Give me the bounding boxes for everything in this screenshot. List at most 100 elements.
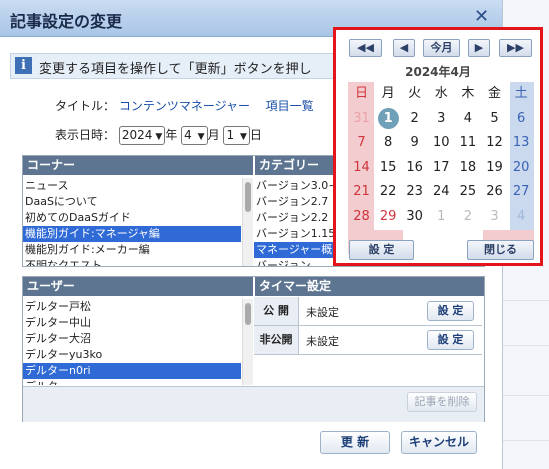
calendar-day[interactable]: 19 (481, 156, 508, 180)
weekday-header: 水 (434, 86, 448, 101)
corner-list-item[interactable]: 不明なクエスト (23, 258, 241, 266)
corner-list-item[interactable]: 機能別ガイド:メーカー編 (23, 242, 241, 258)
user-list-item[interactable]: デルター... (23, 379, 241, 385)
scroll-thumb[interactable] (245, 182, 251, 212)
calendar-day[interactable]: 13 (508, 131, 535, 155)
calendar-day[interactable]: 9 (401, 131, 428, 155)
user-list-item[interactable]: デルター中山 (23, 315, 241, 331)
calendar-day[interactable]: 1 (428, 205, 455, 229)
this-month-button[interactable]: 今月 (423, 39, 460, 57)
title-row: タイトル： コンテンツマネージャー 項目一覧 (55, 97, 314, 114)
timer-header: タイマー設定 (254, 277, 484, 296)
weekday-header: 木 (461, 86, 475, 101)
calendar-close-button[interactable]: 閉じる (467, 240, 534, 260)
day-select[interactable]: 1 ▼ (223, 126, 250, 145)
calendar-day[interactable]: 3 (481, 205, 508, 229)
calendar-day[interactable]: 12 (481, 131, 508, 155)
day-value: 1 (226, 128, 235, 142)
user-header: ユーザー (23, 277, 253, 296)
weekday-header: 土 (514, 86, 528, 101)
cancel-button[interactable]: キャンセル (401, 431, 477, 454)
prev-year-button[interactable]: ◀◀ (349, 39, 382, 57)
calendar-day[interactable]: 28 (348, 205, 375, 229)
publish-label: 公 開 (254, 297, 299, 325)
unpublish-value: 未設定 (306, 335, 339, 348)
chevron-down-icon: ▼ (194, 132, 205, 142)
next-month-button[interactable]: ▶ (468, 39, 490, 57)
calendar-day[interactable]: 30 (401, 205, 428, 229)
date-row: 表示日時： 2024 ▼ 年 4 ▼ 月 1 ▼ 日 (55, 126, 262, 145)
calendar-day[interactable]: 23 (401, 180, 428, 204)
calendar-day[interactable]: 25 (454, 180, 481, 204)
year-select[interactable]: 2024 ▼ (118, 126, 166, 145)
calendar-day[interactable]: 27 (508, 180, 535, 204)
user-list-item[interactable]: デルターn0ri (23, 363, 241, 379)
calendar-day[interactable]: 6 (508, 107, 535, 131)
calendar-day[interactable]: 22 (375, 180, 402, 204)
corner-list-item[interactable]: DaaSについて (23, 194, 241, 210)
calendar-set-button[interactable]: 設 定 (349, 240, 414, 260)
calendar-day[interactable]: 17 (428, 156, 455, 180)
calendar-day[interactable]: 11 (454, 131, 481, 155)
background-divider (500, 395, 549, 396)
calendar-day[interactable]: 20 (508, 156, 535, 180)
background-divider (500, 300, 549, 301)
corner-list[interactable]: ニュース DaaSについて 初めてのDaaSガイド 機能別ガイド:マネージャ編 機能別ガ… (23, 178, 241, 266)
day-unit: 日 (249, 128, 262, 142)
publish-value: 未設定 (306, 306, 339, 319)
calendar-day[interactable]: 21 (348, 180, 375, 204)
info-icon: i (15, 57, 32, 74)
calendar-day[interactable]: 7 (348, 131, 375, 155)
chevron-down-icon: ▼ (237, 132, 247, 142)
calendar-day[interactable]: 2 (454, 205, 481, 229)
calendar-day[interactable]: 31 (348, 107, 375, 131)
dialog-title: 記事設定の変更 (10, 12, 123, 31)
calendar-day[interactable]: 24 (428, 180, 455, 204)
user-list[interactable]: デルター戸松デルター中山デルター大沼デルターyu3koデルターn0riデルター.… (23, 299, 241, 385)
calendar-day[interactable]: 26 (481, 180, 508, 204)
corner-list-item[interactable]: ニュース (23, 178, 241, 194)
user-list-item[interactable]: デルターyu3ko (23, 347, 241, 363)
calendar-day[interactable]: 8 (375, 131, 402, 155)
corner-list-item[interactable]: 初めてのDaaSガイド (23, 210, 241, 226)
background-divider (500, 345, 549, 346)
year-value: 2024 (121, 128, 153, 142)
calendar-day[interactable]: 3 (428, 107, 455, 131)
delete-article-button[interactable]: 記事を削除 (407, 392, 477, 412)
calendar-day[interactable]: 4 (508, 205, 535, 229)
user-list-item[interactable]: デルター大沼 (23, 331, 241, 347)
calendar-day[interactable]: 15 (375, 156, 402, 180)
prev-month-button[interactable]: ◀ (393, 39, 415, 57)
calendar-month-title: 2024年4月 (405, 65, 471, 79)
item-list-link[interactable]: 項目一覧 (266, 99, 314, 113)
corner-list-item[interactable]: 機能別ガイド:マネージャ編 (23, 226, 241, 242)
today-marker: 1 (377, 107, 399, 129)
calendar-day[interactable]: 14 (348, 156, 375, 180)
calendar-day[interactable]: 5 (481, 107, 508, 131)
update-button[interactable]: 更 新 (320, 431, 390, 454)
month-select[interactable]: 4 ▼ (181, 126, 208, 145)
corner-scrollbar[interactable] (242, 178, 253, 266)
calendar-day[interactable]: 18 (454, 156, 481, 180)
date-label: 表示日時： (55, 128, 116, 142)
calendar-day[interactable]: 10 (428, 131, 455, 155)
user-scrollbar[interactable] (242, 299, 253, 385)
calendar-popup: ◀◀ ◀ 今月 ▶ ▶▶ 2024年4月 日月火水木金土 31 1 2 3 4 5 6 7 8 9 1… (333, 27, 543, 266)
unpublish-label: 非公開 (254, 326, 299, 354)
calendar-day[interactable]: 1 (375, 107, 402, 131)
title-link[interactable]: コンテンツマネージャー (119, 99, 250, 113)
calendar-day[interactable]: 4 (454, 107, 481, 131)
scroll-thumb[interactable] (245, 303, 251, 325)
next-year-button[interactable]: ▶▶ (499, 39, 532, 57)
calendar-day[interactable]: 16 (401, 156, 428, 180)
title-label: タイトル： (55, 99, 116, 113)
calendar-day[interactable]: 2 (401, 107, 428, 131)
close-icon[interactable]: ✕ (474, 6, 489, 27)
weekday-header: 金 (487, 86, 501, 101)
publish-set-button[interactable]: 設 定 (427, 301, 474, 321)
user-list-item[interactable]: デルター戸松 (23, 299, 241, 315)
weekday-header: 月 (381, 86, 395, 101)
calendar-day[interactable]: 29 (375, 205, 402, 229)
unpublish-set-button[interactable]: 設 定 (427, 330, 474, 350)
weekday-header: 火 (408, 86, 422, 101)
